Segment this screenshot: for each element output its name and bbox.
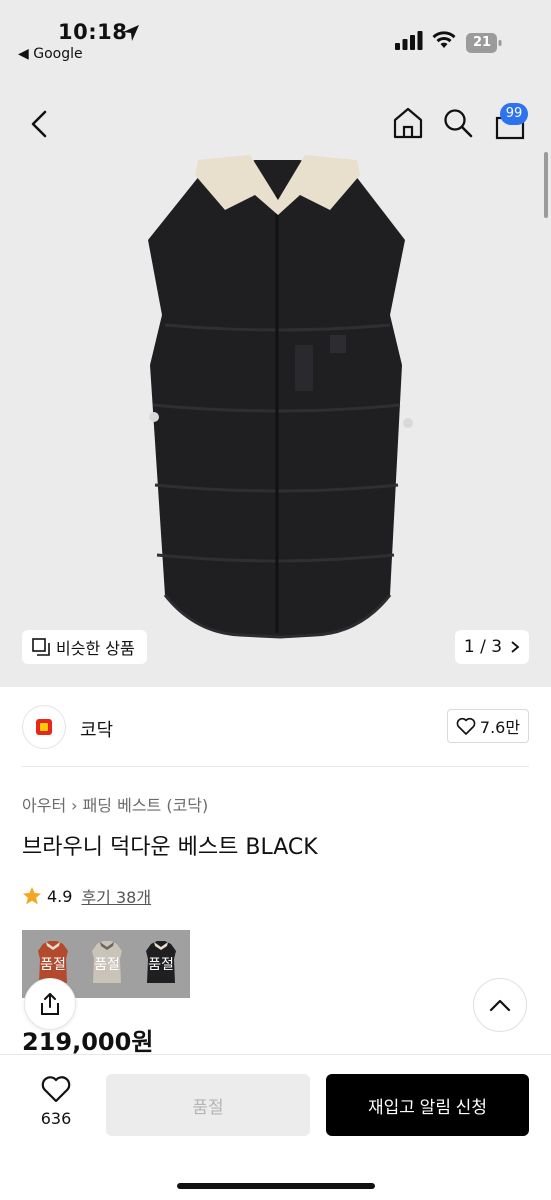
reviews-link[interactable]: 후기 38개 [81,884,151,908]
soldout-label: 품절 [40,957,66,973]
page-indicator-text: 1 / 3 [463,637,503,657]
home-indicator[interactable] [177,1183,375,1189]
location-arrow-icon [123,25,139,41]
product-image [148,155,413,639]
scrollbar-thumb[interactable] [544,152,548,218]
home-icon[interactable] [392,106,424,140]
product-price: 219,000원 [22,1028,154,1056]
star-icon [23,887,41,905]
product-title: 브라우니 덕다운 베스트 BLACK [22,835,318,860]
breadcrumb-item-category[interactable]: 패딩 베스트 (코닥) [83,796,209,815]
product-image-gallery[interactable]: 99 비슷한 상품 1 / 3 [0,80,551,687]
divider [22,766,529,767]
wishlist-button[interactable]: 636 [30,1075,82,1128]
similar-products-label: 비슷한 상품 [56,639,135,658]
status-bar: 10:18 ◀ Google 21 [0,0,551,80]
restock-alert-button[interactable]: 재입고 알림 신청 [326,1074,529,1136]
brand-logo[interactable] [22,705,66,749]
wishlist-count: 636 [40,1109,72,1128]
similar-products-button[interactable]: 비슷한 상품 [22,630,147,664]
breadcrumb-item-outer[interactable]: 아우터 [22,796,66,815]
share-icon [41,993,59,1015]
breadcrumb: 아우터 › 패딩 베스트 (코닥) [22,792,208,816]
chevron-up-icon [489,999,511,1012]
back-to-google-link[interactable]: ◀ Google [18,46,83,62]
wifi-icon [432,31,456,48]
brand-row[interactable]: 코닥 7.6만 [0,688,551,768]
heart-icon [456,717,476,735]
soldout-button[interactable]: 품절 [106,1074,310,1136]
back-arrow-icon[interactable] [24,108,56,140]
heart-icon [41,1076,71,1103]
breadcrumb-separator: › [71,796,78,815]
scroll-to-top-button[interactable] [473,978,527,1032]
cellular-signal-icon [395,31,423,50]
similar-items-icon [32,638,50,656]
rating-row: 4.9 후기 38개 [22,884,151,908]
search-icon[interactable] [443,108,473,138]
brand-likes-count: 7.6만 [479,718,521,737]
brand-name[interactable]: 코닥 [80,716,113,742]
bottom-action-bar: 636 품절 재입고 알림 신청 [0,1054,551,1200]
image-page-indicator[interactable]: 1 / 3 [455,630,529,664]
chevron-right-icon [511,641,520,653]
kodak-logo-icon [36,719,52,735]
color-option-black[interactable]: 품절 [136,938,186,990]
color-option-beige[interactable]: 품절 [82,938,132,990]
battery-level: 21 [472,35,492,50]
soldout-label: 품절 [94,957,120,973]
status-time: 10:18 [58,20,128,44]
cart-count-badge: 99 [500,103,528,125]
soldout-label: 품절 [148,957,174,973]
rating-value: 4.9 [47,886,73,906]
brand-like-button[interactable]: 7.6만 [447,709,529,743]
